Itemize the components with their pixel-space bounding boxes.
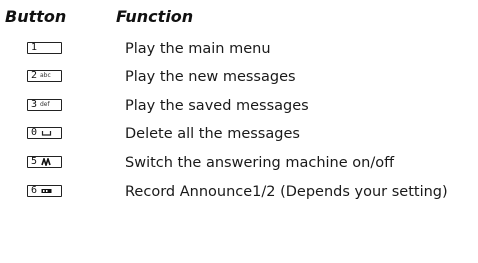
key-digit: 0 — [31, 127, 38, 138]
table-row: 1 Play the main menu — [0, 34, 478, 62]
key-letters: abc — [40, 72, 51, 79]
table-row: 0 Delete all the messages — [0, 119, 478, 147]
key-2-icon: 2 abc — [27, 70, 62, 82]
key-5-icon: 5 — [27, 156, 62, 168]
table-row: 2 abc Play the new messages — [0, 62, 478, 90]
key-6-icon: 6 — [27, 185, 62, 197]
key-digit: 2 — [31, 70, 38, 81]
key-digit: 6 — [31, 185, 38, 196]
function-text: Switch the answering machine on/off — [125, 155, 395, 171]
table-row: 3 def Play the saved messages — [0, 91, 478, 119]
record-icon — [41, 189, 52, 193]
table-header: Button Function — [0, 6, 478, 30]
function-text: Play the saved messages — [125, 98, 309, 114]
table-row: 6 Record Announce1/2 (Depends your setti… — [0, 177, 478, 205]
button-column-header: Button — [5, 7, 67, 26]
key-3-icon: 3 def — [27, 99, 62, 111]
function-text: Play the new messages — [125, 69, 296, 85]
key-digit: 1 — [31, 42, 38, 53]
function-column-header: Function — [116, 7, 194, 26]
key-digit: 5 — [31, 156, 38, 167]
function-text: Record Announce1/2 (Depends your setting… — [125, 184, 448, 200]
function-text: Play the main menu — [125, 41, 271, 57]
key-1-icon: 1 — [27, 42, 62, 54]
key-digit: 3 — [31, 99, 38, 110]
key-0-icon: 0 — [27, 127, 62, 139]
answering-machine-icon — [41, 158, 51, 166]
key-letters: def — [40, 101, 50, 108]
space-icon — [41, 131, 52, 136]
function-text: Delete all the messages — [125, 126, 300, 142]
table-row: 5 Switch the answering machine on/off — [0, 148, 478, 176]
